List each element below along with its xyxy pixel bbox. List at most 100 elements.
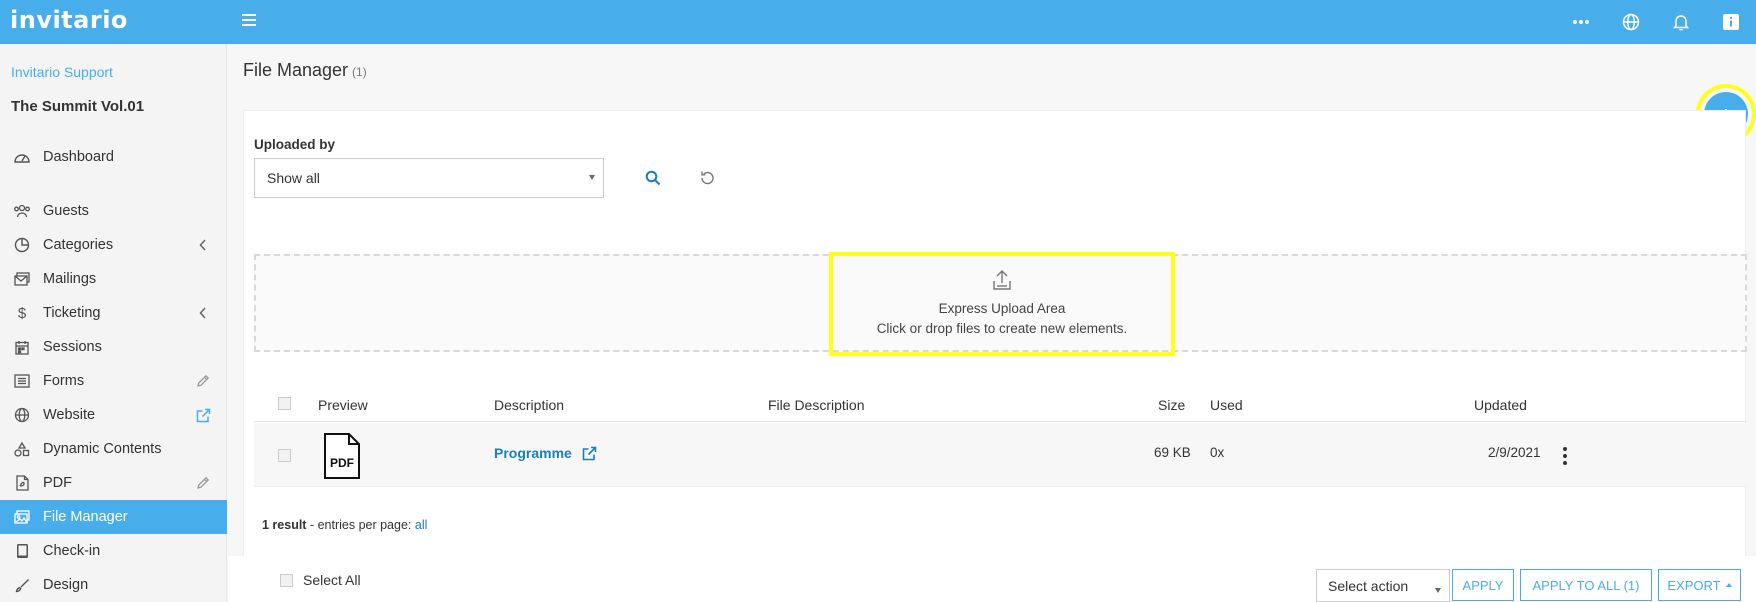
sidebar-item-label: Mailings bbox=[43, 271, 97, 287]
sidebar-item-label: Design bbox=[43, 577, 89, 593]
sidebar-item-forms[interactable]: Forms bbox=[0, 364, 227, 398]
sidebar: Invitario Support The Summit Vol.01 Dash… bbox=[0, 44, 227, 602]
sidebar-item-check-in[interactable]: Check-in bbox=[0, 534, 227, 568]
apply-button[interactable]: APPLY bbox=[1452, 569, 1514, 601]
bulk-action-value: Select action bbox=[1328, 577, 1409, 594]
invitario-logo[interactable]: invitario bbox=[10, 6, 128, 34]
forms-icon bbox=[12, 374, 32, 388]
bulk-action-bar: Select All Select action APPLY APPLY TO … bbox=[228, 556, 1756, 602]
column-used[interactable]: Used bbox=[1210, 397, 1243, 413]
sidebar-item-label: Dynamic Contents bbox=[43, 441, 162, 457]
file-link[interactable]: Programme bbox=[494, 445, 572, 461]
shapes-icon bbox=[12, 441, 32, 457]
page-title-count: (1) bbox=[352, 65, 367, 79]
sidebar-item-label: Sessions bbox=[43, 339, 102, 355]
row-description: Programme bbox=[494, 445, 597, 461]
column-description[interactable]: Description bbox=[494, 397, 564, 413]
results-count: 1 result bbox=[262, 518, 307, 532]
sidebar-item-sessions[interactable]: Sessions bbox=[0, 330, 227, 364]
search-icon bbox=[645, 170, 661, 186]
sidebar-item-label: PDF bbox=[43, 475, 72, 491]
results-text: - entries per page: bbox=[306, 518, 415, 532]
select-all-rows-checkbox[interactable] bbox=[278, 397, 291, 410]
file-manager-panel: Uploaded by Show all Express Upload Area… bbox=[243, 110, 1747, 560]
sidebar-item-label: Categories bbox=[43, 237, 114, 253]
apply-to-all-button[interactable]: APPLY TO ALL (1) bbox=[1520, 569, 1652, 601]
sidebar-item-design[interactable]: Design bbox=[0, 568, 227, 602]
row-actions-kebab-icon[interactable] bbox=[1563, 447, 1567, 465]
chevron-left-icon bbox=[193, 239, 213, 251]
hamburger-menu-icon[interactable] bbox=[238, 9, 260, 31]
pencil-icon[interactable] bbox=[193, 374, 213, 388]
search-button[interactable] bbox=[641, 166, 665, 190]
dollar-icon: $ bbox=[17, 304, 27, 322]
tablet-icon bbox=[12, 543, 32, 559]
brush-icon bbox=[12, 578, 32, 593]
row-updated: 2/9/2021 bbox=[1488, 445, 1541, 460]
column-file-description[interactable]: File Description bbox=[768, 397, 864, 413]
upload-area-title: Express Upload Area bbox=[938, 301, 1066, 316]
select-all-label: Select All bbox=[303, 572, 361, 588]
sidebar-item-label: Website bbox=[43, 407, 96, 423]
upload-icon bbox=[993, 270, 1011, 290]
sidebar-item-dynamic-contents[interactable]: Dynamic Contents bbox=[0, 432, 227, 466]
sidebar-item-dashboard[interactable]: Dashboard bbox=[0, 140, 227, 174]
page-title: File Manager (1) bbox=[243, 60, 367, 81]
sidebar-item-website[interactable]: Website bbox=[0, 398, 227, 432]
caret-up-icon bbox=[1725, 583, 1732, 587]
sidebar-item-label: Forms bbox=[43, 373, 85, 389]
calendar-icon bbox=[12, 340, 32, 355]
sidebar-item-label: Guests bbox=[43, 203, 89, 219]
sidebar-item-categories[interactable]: Categories bbox=[0, 228, 227, 262]
globe-icon bbox=[12, 407, 32, 423]
dashboard-icon bbox=[12, 150, 32, 164]
sidebar-item-pdf[interactable]: PDF bbox=[0, 466, 227, 500]
row-size: 69 KB bbox=[1154, 445, 1191, 460]
event-name: The Summit Vol.01 bbox=[11, 98, 145, 115]
sidebar-item-guests[interactable]: Guests bbox=[0, 194, 227, 228]
chevron-left-icon bbox=[193, 307, 213, 319]
pencil-icon[interactable] bbox=[193, 476, 213, 490]
external-link-icon[interactable] bbox=[582, 446, 597, 461]
sidebar-item-label: Dashboard bbox=[43, 149, 114, 165]
more-horizontal-icon[interactable] bbox=[1556, 0, 1606, 44]
row-used: 0x bbox=[1210, 445, 1225, 460]
export-label: EXPORT bbox=[1667, 577, 1721, 593]
page-title-text: File Manager bbox=[243, 60, 349, 80]
column-updated[interactable]: Updated bbox=[1474, 397, 1527, 413]
top-bar: invitario bbox=[0, 0, 1756, 44]
entries-per-page-all-link[interactable]: all bbox=[415, 518, 428, 532]
column-preview[interactable]: Preview bbox=[318, 397, 368, 413]
sidebar-item-label: Check-in bbox=[43, 543, 101, 559]
column-size[interactable]: Size bbox=[1158, 397, 1185, 413]
export-button[interactable]: EXPORT bbox=[1658, 569, 1741, 601]
reset-icon bbox=[701, 171, 714, 185]
pdf-icon bbox=[12, 475, 32, 491]
caret-down-icon bbox=[589, 175, 595, 180]
svg-text:PDF: PDF bbox=[330, 456, 354, 470]
reset-filter-button[interactable] bbox=[695, 166, 719, 190]
uploaded-by-select[interactable]: Show all bbox=[254, 158, 604, 198]
organization-name[interactable]: Invitario Support bbox=[11, 64, 113, 80]
sidebar-item-file-manager[interactable]: File Manager bbox=[0, 500, 227, 534]
mailings-icon bbox=[12, 272, 32, 286]
uploaded-by-label: Uploaded by bbox=[254, 137, 336, 152]
bell-icon[interactable] bbox=[1656, 0, 1706, 44]
sidebar-item-mailings[interactable]: Mailings bbox=[0, 262, 227, 296]
info-icon[interactable] bbox=[1706, 0, 1756, 44]
top-bar-icons bbox=[1556, 0, 1756, 44]
caret-down-icon bbox=[1435, 588, 1441, 593]
sidebar-item-ticketing[interactable]: $ Ticketing bbox=[0, 296, 227, 330]
pdf-file-icon[interactable]: PDF bbox=[323, 432, 361, 483]
express-upload-area[interactable]: Express Upload Area Click or drop files … bbox=[254, 252, 1747, 356]
select-all-checkbox[interactable] bbox=[280, 573, 293, 587]
main-content: File Manager (1) Uploaded by Show all Exp… bbox=[228, 44, 1756, 602]
bulk-action-select[interactable]: Select action bbox=[1316, 569, 1450, 602]
table-header: Preview Description File Description Siz… bbox=[254, 388, 1747, 422]
file-manager-icon bbox=[12, 510, 32, 524]
express-upload-highlight[interactable]: Express Upload Area Click or drop files … bbox=[829, 252, 1175, 356]
row-checkbox[interactable] bbox=[278, 449, 291, 462]
select-all-control[interactable]: Select All bbox=[280, 572, 361, 588]
globe-icon[interactable] bbox=[1606, 0, 1656, 44]
external-link-icon[interactable] bbox=[193, 408, 213, 423]
